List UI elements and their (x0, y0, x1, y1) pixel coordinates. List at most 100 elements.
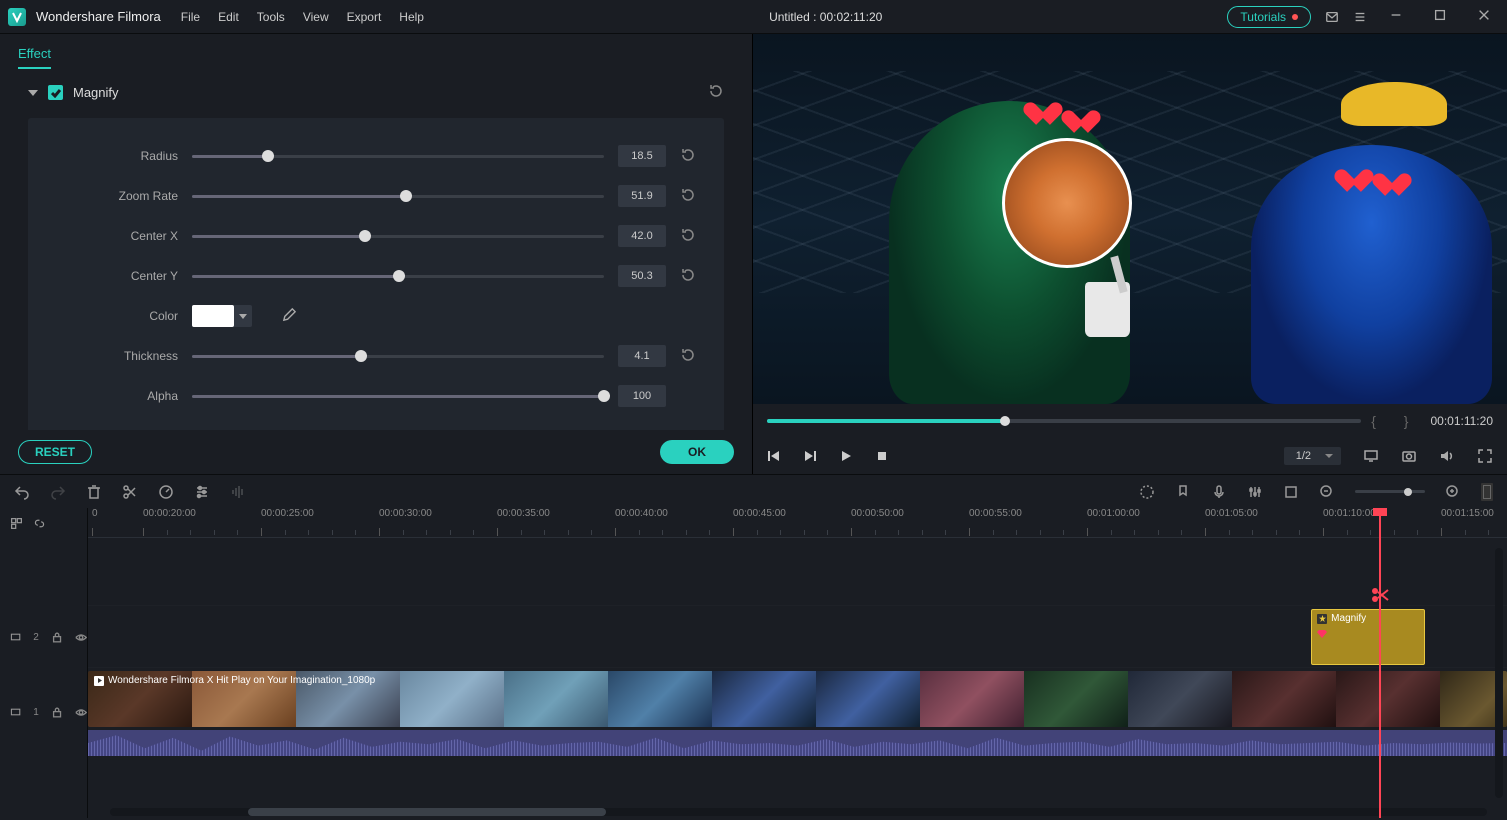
alpha-slider[interactable] (192, 395, 604, 398)
minimize-button[interactable] (1381, 4, 1411, 29)
voiceover-icon[interactable] (1211, 484, 1227, 500)
preview-panel: { } 00:01:11:20 1/2 (752, 34, 1507, 474)
timeline-ruler[interactable]: 0 00:00:20:0000:00:25:0000:00:30:0000:00… (88, 508, 1507, 538)
thickness-reset-icon[interactable] (680, 347, 698, 366)
render-icon[interactable] (1139, 484, 1155, 500)
undo-icon[interactable] (14, 484, 30, 500)
param-radius: Radius 18.5 (38, 136, 698, 176)
menu-help[interactable]: Help (399, 10, 424, 24)
track-manager-icon[interactable] (10, 517, 23, 530)
maximize-button[interactable] (1425, 4, 1455, 29)
lock-icon[interactable] (51, 706, 63, 719)
prev-frame-button[interactable] (767, 449, 781, 463)
timeline-view-icon[interactable] (1481, 483, 1493, 501)
marker-icon[interactable] (1175, 484, 1191, 500)
mixer-icon[interactable] (1247, 484, 1263, 500)
app-name: Wondershare Filmora (36, 9, 161, 24)
radius-reset-icon[interactable] (680, 147, 698, 166)
track-header-effect[interactable]: 2 (0, 606, 87, 668)
reset-button[interactable]: RESET (18, 440, 92, 464)
preview-progress[interactable] (767, 419, 1361, 423)
radius-value[interactable]: 18.5 (618, 145, 666, 167)
heart-icon (1343, 160, 1371, 186)
effect-clip-magnify[interactable]: Magnify (1311, 609, 1425, 665)
collapse-toggle[interactable] (28, 90, 38, 96)
center-y-value[interactable]: 50.3 (618, 265, 666, 287)
crop-icon[interactable] (1283, 484, 1299, 500)
speed-icon[interactable] (158, 484, 174, 500)
zoom-rate-reset-icon[interactable] (680, 187, 698, 206)
effect-enable-checkbox[interactable] (48, 85, 63, 100)
zoom-rate-slider[interactable] (192, 195, 604, 198)
menu-icon[interactable] (1353, 10, 1367, 24)
thickness-slider[interactable] (192, 355, 604, 358)
lock-icon[interactable] (51, 631, 63, 644)
timeline-vscroll[interactable] (1495, 548, 1503, 798)
audio-waveform[interactable] (88, 730, 1507, 756)
zoom-rate-value[interactable]: 51.9 (618, 185, 666, 207)
effect-track[interactable]: Magnify (88, 606, 1507, 668)
stop-button[interactable] (875, 449, 889, 463)
ok-button[interactable]: OK (660, 440, 734, 464)
center-y-slider[interactable] (192, 275, 604, 278)
alpha-value[interactable]: 100 (618, 385, 666, 407)
eye-icon[interactable] (75, 706, 87, 719)
menu-file[interactable]: File (181, 10, 200, 24)
eye-icon[interactable] (75, 631, 87, 644)
title-bar: Wondershare Filmora File Edit Tools View… (0, 0, 1507, 34)
menu-edit[interactable]: Edit (218, 10, 239, 24)
center-x-value[interactable]: 42.0 (618, 225, 666, 247)
video-clip[interactable]: Wondershare Filmora X Hit Play on Your I… (88, 671, 1507, 727)
thickness-value[interactable]: 4.1 (618, 345, 666, 367)
color-dropdown[interactable] (234, 305, 252, 327)
preview-viewport[interactable] (753, 34, 1507, 404)
messages-icon[interactable] (1325, 10, 1339, 24)
panel-tab-effect[interactable]: Effect (18, 46, 51, 69)
play-button[interactable] (839, 449, 853, 463)
preview-scale-select[interactable]: 1/2 (1284, 447, 1341, 465)
radius-slider[interactable] (192, 155, 604, 158)
ruler-tick: 00:00:20:00 (143, 508, 196, 519)
menu-export[interactable]: Export (347, 10, 382, 24)
menu-tools[interactable]: Tools (257, 10, 285, 24)
fullscreen-icon[interactable] (1477, 448, 1493, 464)
adjust-icon[interactable] (194, 484, 210, 500)
zoom-slider[interactable] (1355, 490, 1425, 493)
zoom-in-icon[interactable] (1445, 484, 1461, 500)
ruler-tick: 00:00:35:00 (497, 508, 550, 519)
zoom-out-icon[interactable] (1319, 484, 1335, 500)
audio-icon[interactable] (230, 484, 246, 500)
snapshot-icon[interactable] (1401, 448, 1417, 464)
delete-icon[interactable] (86, 484, 102, 500)
next-frame-button[interactable] (803, 449, 817, 463)
video-track[interactable]: Wondershare Filmora X Hit Play on Your I… (88, 668, 1507, 756)
timeline-hscroll[interactable] (110, 808, 1487, 816)
playhead-split-icon[interactable] (1369, 584, 1391, 606)
eyedropper-icon[interactable] (282, 307, 297, 325)
link-icon[interactable] (33, 517, 46, 530)
track-header-video[interactable]: 1 (0, 668, 87, 756)
center-x-reset-icon[interactable] (680, 227, 698, 246)
volume-icon[interactable] (1439, 448, 1455, 464)
effect-name: Magnify (73, 85, 119, 100)
param-thickness: Thickness 4.1 (38, 336, 698, 376)
param-center-y: Center Y 50.3 (38, 256, 698, 296)
ruler-tick: 00:00:25:00 (261, 508, 314, 519)
loop-brackets[interactable]: { } (1371, 413, 1420, 429)
center-x-slider[interactable] (192, 235, 604, 238)
playhead[interactable] (1379, 508, 1381, 818)
split-icon[interactable] (122, 484, 138, 500)
redo-icon[interactable] (50, 484, 66, 500)
ruler-tick: 00:01:15:00 (1441, 508, 1494, 519)
menu-view[interactable]: View (303, 10, 329, 24)
param-zoom-rate: Zoom Rate 51.9 (38, 176, 698, 216)
ruler-tick: 00:00:55:00 (969, 508, 1022, 519)
param-center-x: Center X 42.0 (38, 216, 698, 256)
ruler-tick: 00:00:45:00 (733, 508, 786, 519)
close-button[interactable] (1469, 4, 1499, 29)
reset-effect-icon[interactable] (708, 83, 724, 102)
color-swatch[interactable] (192, 305, 234, 327)
center-y-reset-icon[interactable] (680, 267, 698, 286)
display-icon[interactable] (1363, 448, 1379, 464)
tutorials-button[interactable]: Tutorials (1227, 6, 1311, 28)
